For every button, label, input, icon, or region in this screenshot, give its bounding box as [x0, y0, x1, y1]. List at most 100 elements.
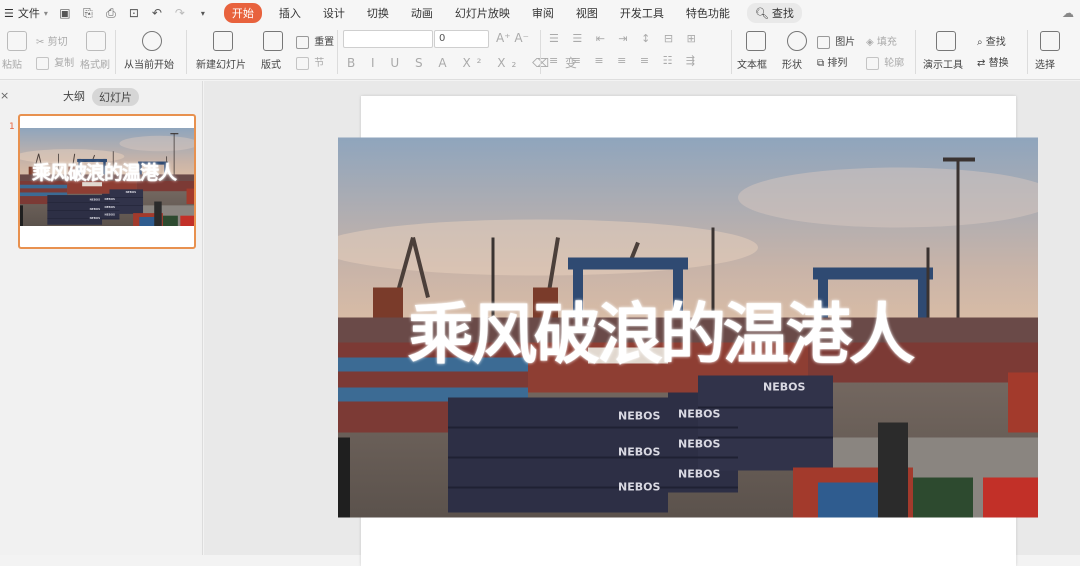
- file-menu-label: 文件: [17, 7, 40, 20]
- section-icon: [296, 56, 309, 70]
- close-panel-icon[interactable]: ×: [0, 89, 9, 102]
- tab-features[interactable]: 特色功能: [675, 5, 741, 21]
- search-command[interactable]: 🔍︎ 查找: [746, 3, 802, 23]
- tab-home[interactable]: 开始: [223, 3, 262, 23]
- ribbon-divider: [540, 30, 541, 74]
- select-button[interactable]: 选择: [1035, 56, 1055, 71]
- list-icons[interactable]: ☰ ☰ ⇤ ⇥ ↕ ⊟ ⊞: [549, 32, 701, 45]
- play-icon[interactable]: [142, 31, 162, 51]
- picture-label: 图片: [835, 37, 856, 48]
- slide-thumbnail[interactable]: 乘风破浪的温港人: [18, 114, 196, 249]
- copy-label: 复制: [54, 58, 75, 69]
- align-icons[interactable]: ≡ ≡ ≡ ≡ ≡ ☷ ⇶: [549, 54, 700, 67]
- redo-icon[interactable]: ↷: [173, 6, 187, 20]
- copy-icon: [36, 56, 49, 70]
- tab-slides[interactable]: 幻灯片: [92, 88, 139, 106]
- reset-label: 重置: [314, 37, 335, 48]
- arrange-button[interactable]: ⧉ 排列: [817, 54, 847, 69]
- tab-review[interactable]: 审阅: [521, 5, 565, 21]
- ribbon-divider: [337, 30, 338, 74]
- format-painter-icon[interactable]: [86, 31, 106, 51]
- grow-font-icon[interactable]: A⁺ A⁻: [496, 31, 529, 45]
- fill-icon: ◈: [866, 37, 874, 48]
- slide-canvas: NEBOS NEBOS NEBOS NEBOS NEBOS NEBOS NEBO…: [204, 81, 1080, 566]
- tab-insert[interactable]: 插入: [268, 5, 312, 21]
- ribbon: 粘贴 ✂ 剪切 复制 格式刷 从当前开始 新建幻灯片 版式 重置 节 0 A⁺ …: [0, 26, 1080, 80]
- presentation-tools-button[interactable]: 演示工具: [923, 56, 963, 71]
- slide-number: 1: [9, 122, 15, 132]
- search-command-label: 查找: [771, 7, 794, 20]
- undo-icon[interactable]: ↶: [150, 6, 164, 20]
- font-family-select[interactable]: [343, 30, 433, 48]
- layout-icon[interactable]: [263, 31, 283, 51]
- cut-button[interactable]: ✂ 剪切: [36, 33, 68, 48]
- scissors-icon: ✂: [36, 37, 45, 48]
- print-preview-icon[interactable]: ⊡: [127, 6, 141, 20]
- picture-icon: [817, 35, 830, 49]
- paste-button[interactable]: 粘贴: [2, 56, 22, 71]
- cloud-icon[interactable]: ☁: [1062, 6, 1074, 20]
- replace-button[interactable]: ⇄ 替换: [977, 54, 1009, 69]
- thumbnail-title: 乘风破浪的温港人: [32, 162, 177, 184]
- menu-bar: ☰ 文件 ▾ ▣ ⎘ ⎙ ⊡ ↶ ↷ ▾ 开始 插入 设计 切换 动画 幻灯片放…: [0, 0, 1080, 26]
- print-icon[interactable]: ⎙: [104, 6, 118, 21]
- find-label: 查找: [985, 37, 1006, 48]
- section-button[interactable]: 节: [296, 54, 324, 70]
- arrange-label: 排列: [827, 58, 848, 69]
- font-size-select[interactable]: 0: [434, 30, 489, 48]
- ribbon-divider: [1027, 30, 1028, 74]
- select-icon[interactable]: [1040, 31, 1060, 51]
- ribbon-divider: [186, 30, 187, 74]
- quick-access-toolbar: ▣ ⎘ ⎙ ⊡ ↶ ↷ ▾: [58, 6, 210, 21]
- presentation-tools-icon[interactable]: [936, 31, 956, 51]
- outline-button[interactable]: 轮廓: [866, 54, 904, 70]
- picture-button[interactable]: 图片: [817, 33, 855, 49]
- find-button[interactable]: ⌕ 查找: [977, 33, 1006, 48]
- tab-design[interactable]: 设计: [312, 5, 356, 21]
- font-size-value: 0: [439, 33, 446, 44]
- play-from-current-button[interactable]: 从当前开始: [124, 56, 174, 71]
- tab-slideshow[interactable]: 幻灯片放映: [444, 5, 521, 21]
- file-menu[interactable]: ☰ 文件 ▾: [4, 5, 48, 21]
- customize-chevron-icon[interactable]: ▾: [196, 9, 210, 18]
- replace-label: 替换: [988, 58, 1009, 69]
- tab-developer[interactable]: 开发工具: [609, 5, 675, 21]
- tab-view[interactable]: 视图: [565, 5, 609, 21]
- new-slide-button[interactable]: 新建幻灯片: [196, 56, 246, 71]
- font-format-icons[interactable]: B I U S A X² X₂ ⌫ 变: [347, 54, 583, 71]
- outline-icon: [866, 56, 879, 70]
- slide-title[interactable]: 乘风破浪的温港人: [408, 281, 915, 377]
- textbox-icon[interactable]: [746, 31, 766, 51]
- tab-transitions[interactable]: 切换: [356, 5, 400, 21]
- new-slide-icon[interactable]: [213, 31, 233, 51]
- search-icon: 🔍︎: [754, 6, 769, 20]
- format-painter-button[interactable]: 格式刷: [80, 56, 110, 71]
- save-icon[interactable]: ▣: [58, 6, 72, 20]
- hamburger-icon: ☰: [4, 6, 14, 20]
- tab-animations[interactable]: 动画: [400, 5, 444, 21]
- fill-button[interactable]: ◈ 填充: [866, 33, 897, 48]
- arrange-icon: ⧉: [817, 58, 825, 69]
- outline-label: 轮廓: [884, 58, 905, 69]
- chevron-down-icon: ▾: [43, 8, 48, 18]
- ribbon-tabs: 开始 插入 设计 切换 动画 幻灯片放映 审阅 视图 开发工具 特色功能 🔍︎ …: [223, 3, 802, 23]
- copy-button[interactable]: 复制: [36, 54, 74, 70]
- ribbon-divider: [731, 30, 732, 74]
- layout-button[interactable]: 版式: [261, 56, 281, 71]
- replace-icon: ⇄: [977, 58, 986, 69]
- shape-button[interactable]: 形状: [782, 56, 802, 71]
- reset-button[interactable]: 重置: [296, 33, 334, 49]
- slide-panel: × 大纲 幻灯片 1 乘风破浪的温港人: [0, 81, 203, 555]
- shape-icon[interactable]: [787, 31, 807, 51]
- export-icon[interactable]: ⎘: [81, 6, 95, 21]
- find-icon: ⌕: [977, 37, 983, 48]
- textbox-button[interactable]: 文本框: [737, 56, 767, 71]
- ribbon-divider: [915, 30, 916, 74]
- tab-outline[interactable]: 大纲: [63, 88, 85, 104]
- section-label: 节: [314, 58, 325, 69]
- paste-icon[interactable]: [7, 31, 27, 51]
- reset-icon: [296, 35, 309, 49]
- fill-label: 填充: [876, 37, 897, 48]
- ribbon-divider: [115, 30, 116, 74]
- cut-label: 剪切: [47, 37, 68, 48]
